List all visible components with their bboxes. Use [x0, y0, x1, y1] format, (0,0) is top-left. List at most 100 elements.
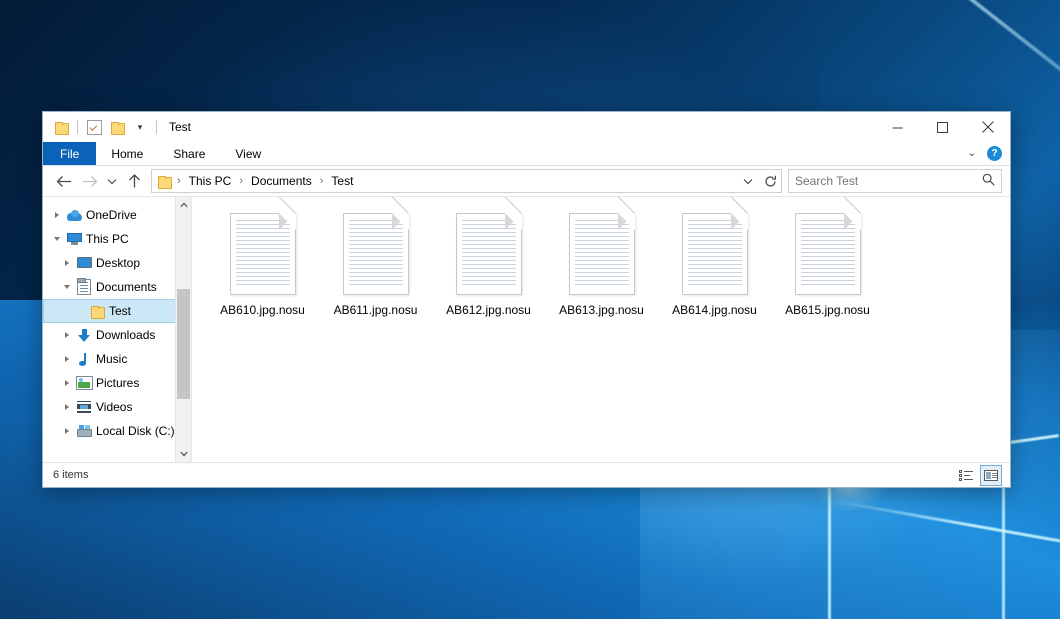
breadcrumb[interactable]: › This PC › Documents › Test	[151, 169, 782, 193]
tab-file[interactable]: File	[43, 142, 96, 165]
list-item[interactable]: AB610.jpg.nosu	[206, 211, 319, 333]
downloads-icon	[75, 329, 93, 342]
navigation-pane-scrollbar[interactable]	[175, 197, 191, 462]
breadcrumb-item-this-pc[interactable]: This PC	[187, 174, 234, 188]
chevron-down-icon[interactable]	[59, 285, 75, 289]
chevron-down-icon[interactable]: ▾	[130, 117, 150, 137]
sidebar-item-desktop[interactable]: Desktop	[43, 251, 191, 275]
tab-home[interactable]: Home	[96, 142, 158, 165]
sidebar-item-label: Videos	[96, 400, 132, 414]
breadcrumb-item-documents[interactable]: Documents	[249, 174, 314, 188]
this-pc-icon	[65, 233, 83, 245]
expand-ribbon-chevron-down-icon[interactable]: ⌄	[964, 148, 980, 159]
large-icons-view-icon[interactable]	[980, 465, 1002, 486]
generic-document-icon	[343, 213, 409, 295]
properties-checkbox-icon[interactable]	[84, 117, 104, 137]
sidebar-item-downloads[interactable]: Downloads	[43, 323, 191, 347]
scroll-up-icon[interactable]	[176, 197, 191, 213]
address-bar: › This PC › Documents › Test	[43, 166, 1010, 196]
forward-icon	[77, 169, 103, 193]
list-item[interactable]: AB613.jpg.nosu	[545, 211, 658, 333]
generic-document-icon	[569, 213, 635, 295]
sidebar-item-this-pc[interactable]: This PC	[43, 227, 191, 251]
back-icon[interactable]	[51, 169, 77, 193]
chevron-right-icon[interactable]	[49, 212, 65, 218]
status-bar: 6 items	[43, 462, 1010, 487]
sidebar-item-label: OneDrive	[86, 208, 137, 222]
chevron-right-icon[interactable]	[59, 260, 75, 266]
window-controls	[875, 112, 1010, 142]
list-item[interactable]: AB615.jpg.nosu	[771, 211, 884, 333]
sidebar-item-label: This PC	[86, 232, 129, 246]
generic-document-icon	[230, 213, 296, 295]
sidebar-item-local-disk-c[interactable]: Local Disk (C:)	[43, 419, 191, 443]
details-view-icon[interactable]	[956, 466, 976, 485]
file-grid: AB610.jpg.nosu AB611.jpg.nosu	[206, 211, 1010, 333]
scroll-down-icon[interactable]	[176, 446, 191, 462]
generic-document-icon	[795, 213, 861, 295]
sidebar-item-test[interactable]: Test	[43, 299, 191, 323]
sidebar-item-label: Documents	[96, 280, 157, 294]
sidebar-item-documents[interactable]: Documents	[43, 275, 191, 299]
file-explorer-window: ▾ Test File Home Share View ⌄ ?	[42, 111, 1011, 488]
generic-document-icon	[682, 213, 748, 295]
search-icon	[982, 173, 995, 189]
onedrive-icon	[65, 210, 83, 221]
sidebar-item-label: Local Disk (C:)	[96, 424, 175, 438]
recent-locations-chevron-down-icon[interactable]	[103, 169, 121, 193]
breadcrumb-separator-2: ›	[314, 175, 330, 187]
up-icon[interactable]	[121, 169, 147, 193]
folder-icon	[88, 306, 106, 317]
maximize-icon[interactable]	[920, 112, 965, 142]
search-box[interactable]	[788, 169, 1002, 193]
list-item[interactable]: AB614.jpg.nosu	[658, 211, 771, 333]
chevron-right-icon[interactable]	[59, 380, 75, 386]
videos-icon	[75, 401, 93, 413]
file-name: AB610.jpg.nosu	[220, 303, 305, 317]
sidebar-item-label: Downloads	[96, 328, 155, 342]
ribbon-tab-bar: File Home Share View ⌄ ?	[43, 142, 1010, 166]
ribbon-right-controls: ⌄ ?	[964, 142, 1006, 165]
chevron-right-icon[interactable]	[59, 332, 75, 338]
list-item[interactable]: AB611.jpg.nosu	[319, 211, 432, 333]
sidebar-item-onedrive[interactable]: OneDrive	[43, 203, 191, 227]
scrollbar-thumb[interactable]	[177, 289, 190, 399]
list-item[interactable]: AB612.jpg.nosu	[432, 211, 545, 333]
breadcrumb-separator-0: ›	[171, 175, 187, 187]
chevron-right-icon[interactable]	[59, 428, 75, 434]
file-list-pane[interactable]: AB610.jpg.nosu AB611.jpg.nosu	[192, 197, 1010, 462]
breadcrumb-item-test[interactable]: Test	[329, 174, 355, 188]
chevron-right-icon[interactable]	[59, 356, 75, 362]
chevron-right-icon[interactable]	[59, 404, 75, 410]
file-name: AB613.jpg.nosu	[559, 303, 644, 317]
tab-share[interactable]: Share	[158, 142, 220, 165]
quick-access-toolbar: ▾ Test	[43, 112, 191, 142]
refresh-icon[interactable]	[759, 171, 781, 191]
close-icon[interactable]	[965, 112, 1010, 142]
sidebar-item-videos[interactable]: Videos	[43, 395, 191, 419]
chevron-down-icon[interactable]	[49, 237, 65, 241]
item-count-label: 6 items	[53, 469, 88, 481]
qat-separator	[77, 120, 78, 134]
search-input[interactable]	[795, 174, 982, 188]
local-disk-icon	[75, 425, 93, 437]
sidebar-item-label: Pictures	[96, 376, 139, 390]
new-folder-icon[interactable]	[107, 117, 127, 137]
sidebar-item-label: Desktop	[96, 256, 140, 270]
explorer-body: OneDrive This PC Desktop Documents	[43, 196, 1010, 462]
documents-icon	[75, 279, 93, 295]
tab-view[interactable]: View	[220, 142, 276, 165]
address-dropdown-chevron-down-icon[interactable]	[737, 171, 759, 191]
folder-icon[interactable]	[51, 117, 71, 137]
sidebar-item-label: Test	[109, 304, 131, 318]
folder-tree: OneDrive This PC Desktop Documents	[43, 197, 191, 443]
file-name: AB611.jpg.nosu	[334, 303, 418, 317]
breadcrumb-tools	[737, 170, 781, 192]
qat-separator-2	[156, 120, 157, 134]
help-icon[interactable]: ?	[987, 146, 1002, 161]
file-name: AB615.jpg.nosu	[785, 303, 870, 317]
breadcrumb-separator-1: ›	[233, 175, 249, 187]
minimize-icon[interactable]	[875, 112, 920, 142]
sidebar-item-music[interactable]: Music	[43, 347, 191, 371]
sidebar-item-pictures[interactable]: Pictures	[43, 371, 191, 395]
